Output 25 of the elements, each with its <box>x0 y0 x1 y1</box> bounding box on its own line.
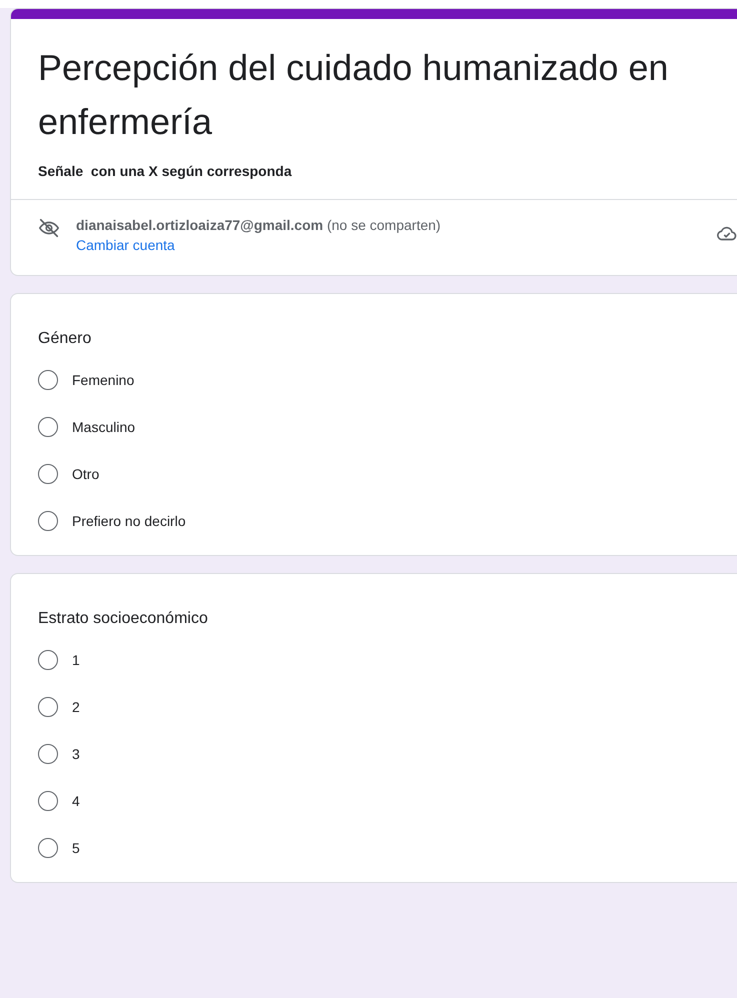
question-title: Estrato socioeconómico <box>38 610 209 628</box>
form-title: Percepción del cuidado humanizado en enfermería <box>38 46 670 144</box>
option-label[interactable]: Otro <box>72 466 100 482</box>
radio-button[interactable] <box>38 464 58 484</box>
option-label[interactable]: 2 <box>72 699 80 715</box>
option-label[interactable]: 1 <box>72 652 80 668</box>
radio-button[interactable] <box>38 744 58 764</box>
form-description: Señale con una X según corresponda <box>38 163 293 179</box>
option-label[interactable]: Femenino <box>72 372 134 388</box>
radio-button[interactable] <box>38 511 58 531</box>
option-label[interactable]: 3 <box>72 746 80 762</box>
radio-button[interactable] <box>38 650 58 670</box>
radio-button[interactable] <box>38 697 58 717</box>
option-label[interactable]: 5 <box>72 840 80 856</box>
option-label[interactable]: 4 <box>72 793 80 809</box>
account-info: dianaisabel.ortizloaiza77@gmail.com (no se comparten) <box>76 217 442 233</box>
option-label[interactable]: Prefiero no decirlo <box>72 513 186 529</box>
question-title: Género <box>38 330 92 348</box>
radio-button[interactable] <box>38 838 58 858</box>
switch-account-link[interactable]: Cambiar cuenta <box>76 237 175 253</box>
radio-button[interactable] <box>38 417 58 437</box>
option-label[interactable]: Masculino <box>72 419 136 435</box>
hidden-eye-icon <box>38 217 60 239</box>
radio-button[interactable] <box>38 370 58 390</box>
radio-button[interactable] <box>38 791 58 811</box>
